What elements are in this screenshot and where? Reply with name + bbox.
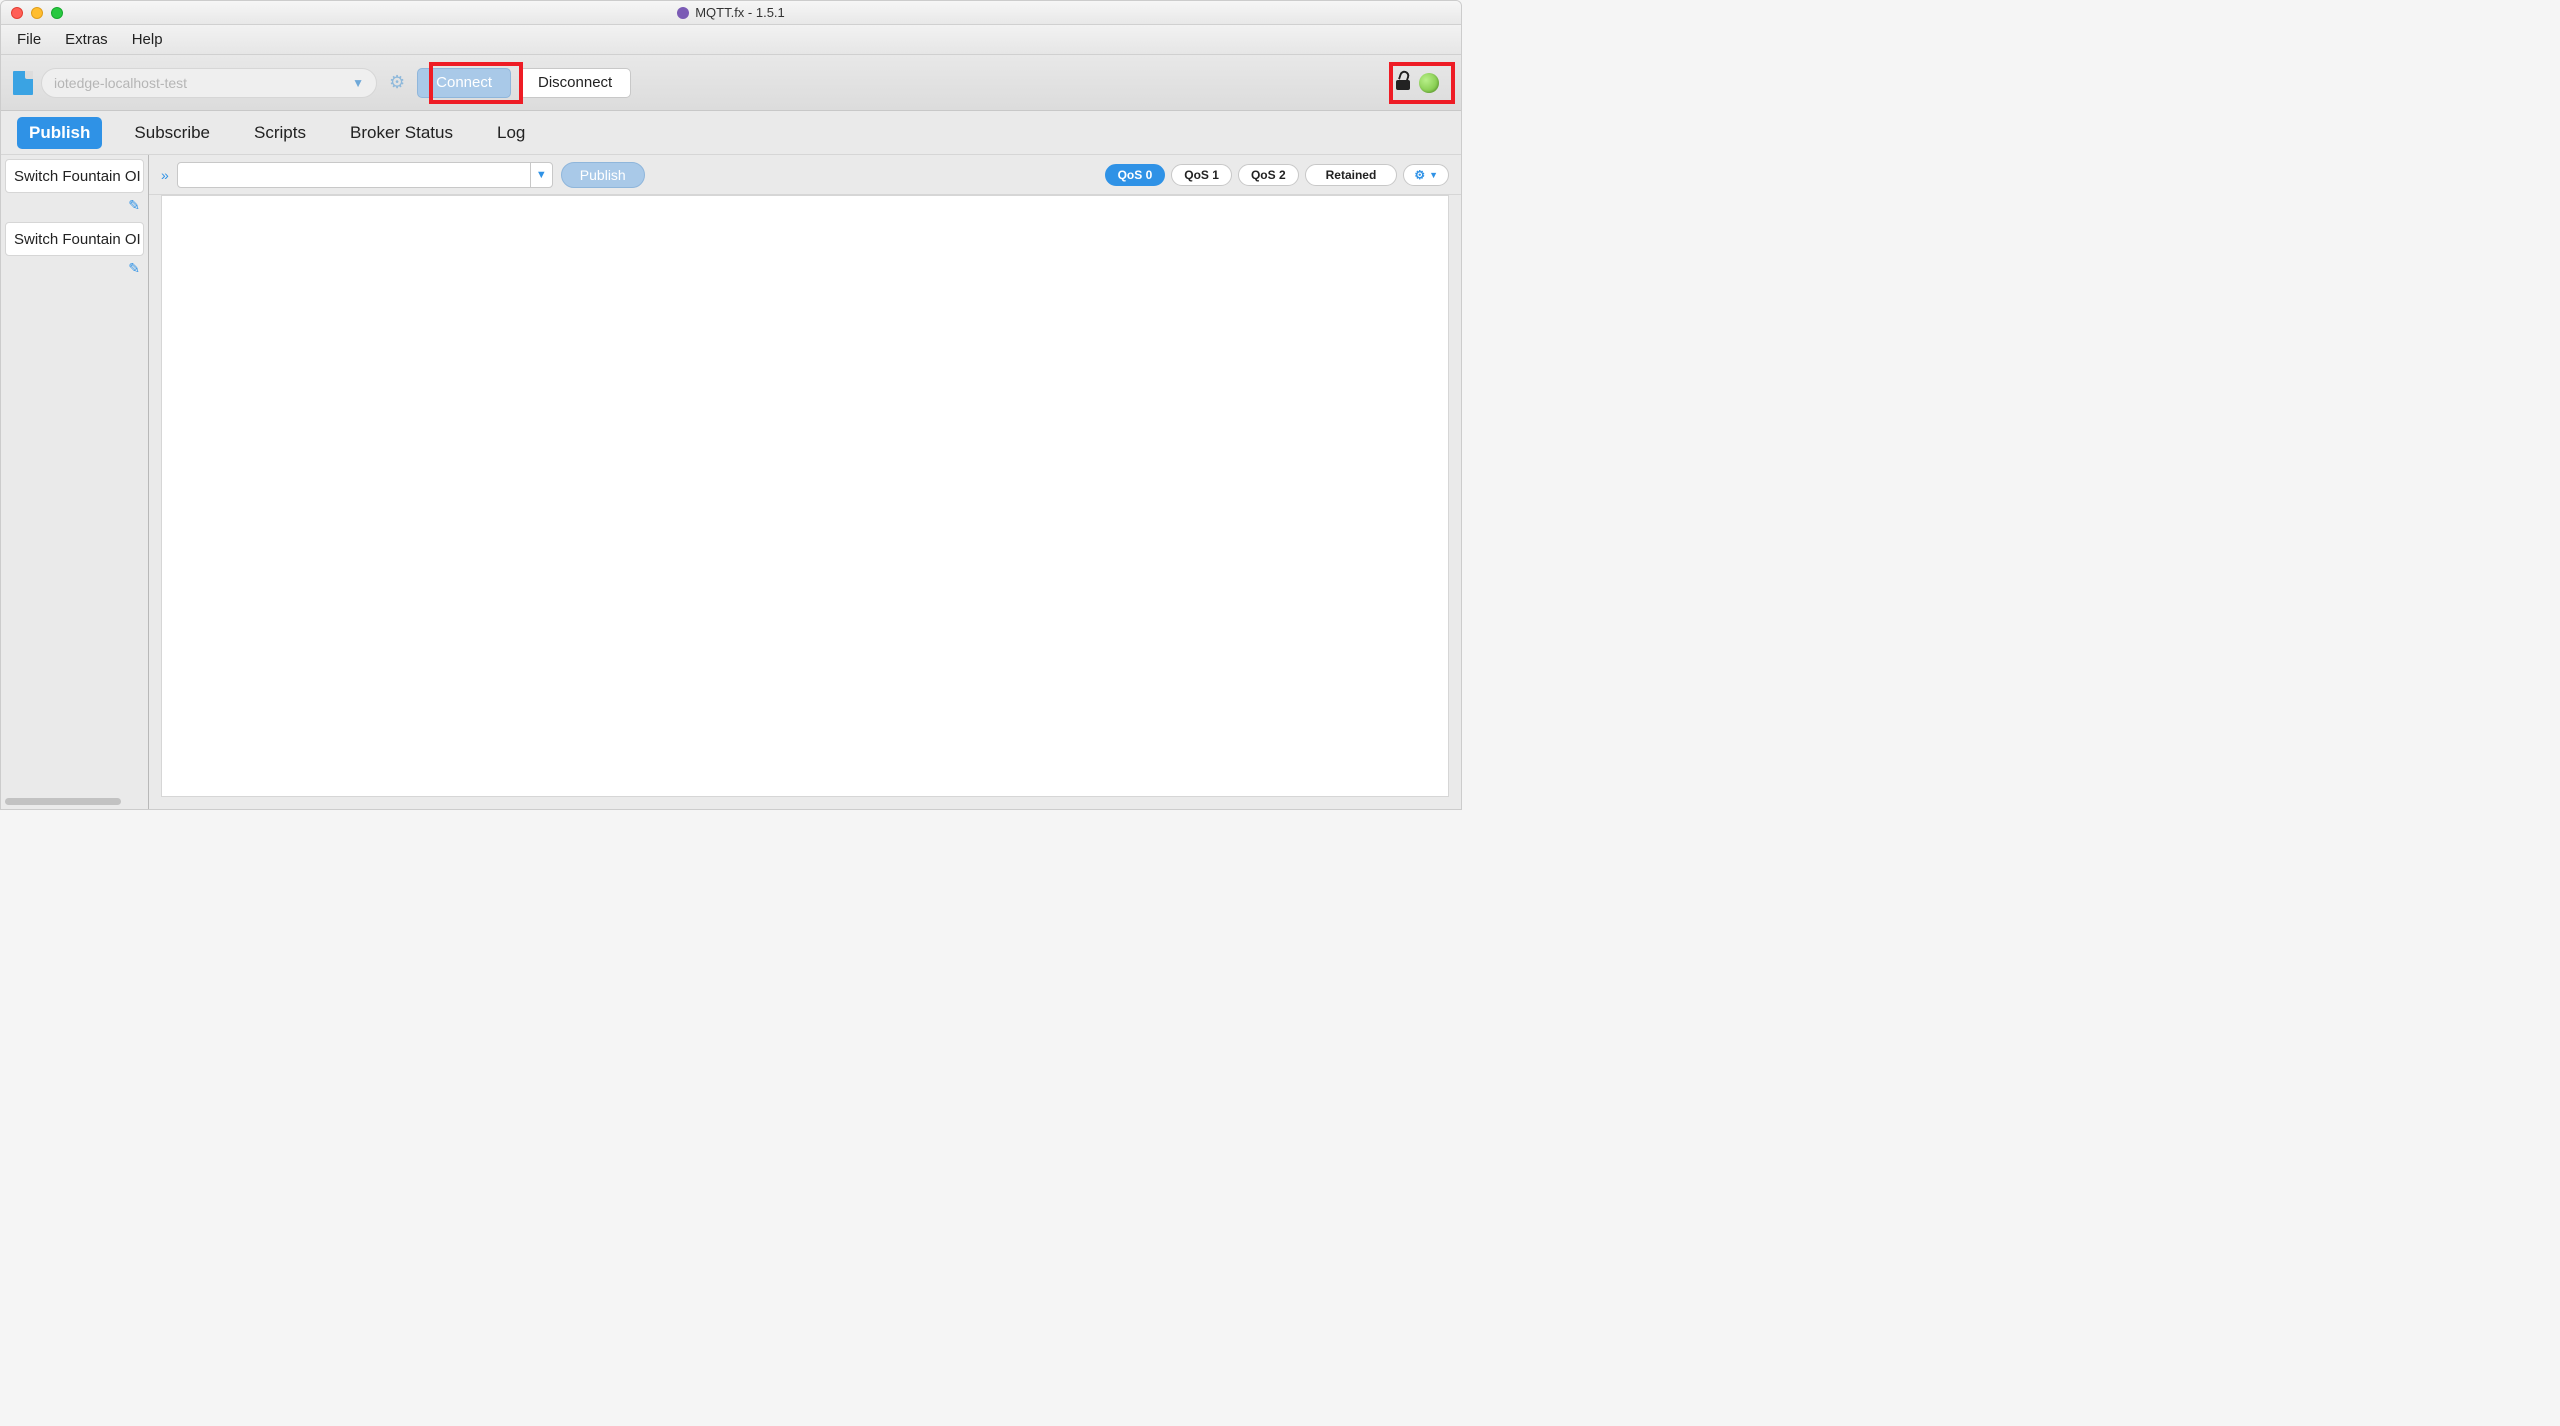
history-item-edit-row: ✎ bbox=[1, 260, 148, 281]
sidebar-horizontal-scrollbar[interactable] bbox=[5, 798, 121, 805]
titlebar: MQTT.fx - 1.5.1 bbox=[1, 1, 1461, 25]
payload-textarea[interactable] bbox=[161, 195, 1449, 797]
menubar: File Extras Help bbox=[1, 25, 1461, 55]
tab-scripts[interactable]: Scripts bbox=[242, 117, 318, 149]
history-item-edit-row: ✎ bbox=[1, 197, 148, 218]
history-item-label: Switch Fountain OI bbox=[14, 168, 141, 185]
window-title: MQTT.fx - 1.5.1 bbox=[695, 5, 785, 20]
topic-input[interactable]: ▼ bbox=[177, 162, 553, 188]
main-area: Switch Fountain OI ✎ Switch Fountain OI … bbox=[1, 155, 1461, 809]
history-item[interactable]: Switch Fountain OI bbox=[5, 159, 144, 193]
chevron-down-icon: ▼ bbox=[352, 76, 364, 90]
publish-options: QoS 0 QoS 1 QoS 2 Retained ⚙ ▼ bbox=[1105, 164, 1449, 186]
publish-settings-button[interactable]: ⚙ ▼ bbox=[1403, 164, 1449, 186]
topic-dropdown-toggle[interactable]: ▼ bbox=[530, 163, 552, 187]
app-window: MQTT.fx - 1.5.1 File Extras Help iotedge… bbox=[0, 0, 1462, 810]
connection-status-area bbox=[1395, 73, 1449, 93]
gears-icon: ⚙ bbox=[1414, 168, 1425, 182]
gear-icon[interactable]: ⚙ bbox=[389, 72, 405, 93]
app-icon bbox=[677, 7, 689, 19]
tab-publish[interactable]: Publish bbox=[17, 117, 102, 149]
publish-panel: » ▼ Publish QoS 0 QoS 1 QoS 2 Retained ⚙… bbox=[149, 155, 1461, 809]
connect-button-label: Connect bbox=[436, 74, 492, 91]
collapse-sidebar-icon[interactable]: » bbox=[161, 167, 169, 183]
publish-history-sidebar: Switch Fountain OI ✎ Switch Fountain OI … bbox=[1, 155, 149, 809]
tabbar: Publish Subscribe Scripts Broker Status … bbox=[1, 111, 1461, 155]
disconnect-button-label: Disconnect bbox=[538, 74, 612, 91]
connection-status-indicator bbox=[1419, 73, 1439, 93]
connect-button[interactable]: Connect bbox=[417, 68, 511, 98]
menu-file[interactable]: File bbox=[17, 31, 41, 48]
tab-subscribe[interactable]: Subscribe bbox=[122, 117, 222, 149]
qos-0-pill[interactable]: QoS 0 bbox=[1105, 164, 1166, 186]
profile-file-icon[interactable] bbox=[13, 71, 33, 95]
tab-log[interactable]: Log bbox=[485, 117, 537, 149]
tab-broker-status[interactable]: Broker Status bbox=[338, 117, 465, 149]
connection-bar: iotedge-localhost-test ▼ ⚙ Connect Disco… bbox=[1, 55, 1461, 111]
disconnect-button[interactable]: Disconnect bbox=[519, 68, 631, 98]
edit-icon[interactable]: ✎ bbox=[128, 197, 140, 214]
qos-1-pill[interactable]: QoS 1 bbox=[1171, 164, 1232, 186]
unlock-icon bbox=[1395, 76, 1411, 90]
connection-profile-placeholder: iotedge-localhost-test bbox=[54, 75, 187, 91]
connection-profile-select[interactable]: iotedge-localhost-test ▼ bbox=[41, 68, 377, 98]
publish-toolbar: » ▼ Publish QoS 0 QoS 1 QoS 2 Retained ⚙… bbox=[149, 155, 1461, 195]
edit-icon[interactable]: ✎ bbox=[128, 260, 140, 277]
publish-button-label: Publish bbox=[580, 167, 626, 183]
publish-button[interactable]: Publish bbox=[561, 162, 645, 188]
history-item-label: Switch Fountain OI bbox=[14, 231, 141, 248]
history-item[interactable]: Switch Fountain OI bbox=[5, 222, 144, 256]
window-title-wrap: MQTT.fx - 1.5.1 bbox=[1, 5, 1461, 20]
menu-extras[interactable]: Extras bbox=[65, 31, 108, 48]
menu-help[interactable]: Help bbox=[132, 31, 163, 48]
qos-2-pill[interactable]: QoS 2 bbox=[1238, 164, 1299, 186]
chevron-down-icon: ▼ bbox=[1429, 170, 1438, 180]
retained-toggle[interactable]: Retained bbox=[1305, 164, 1398, 186]
